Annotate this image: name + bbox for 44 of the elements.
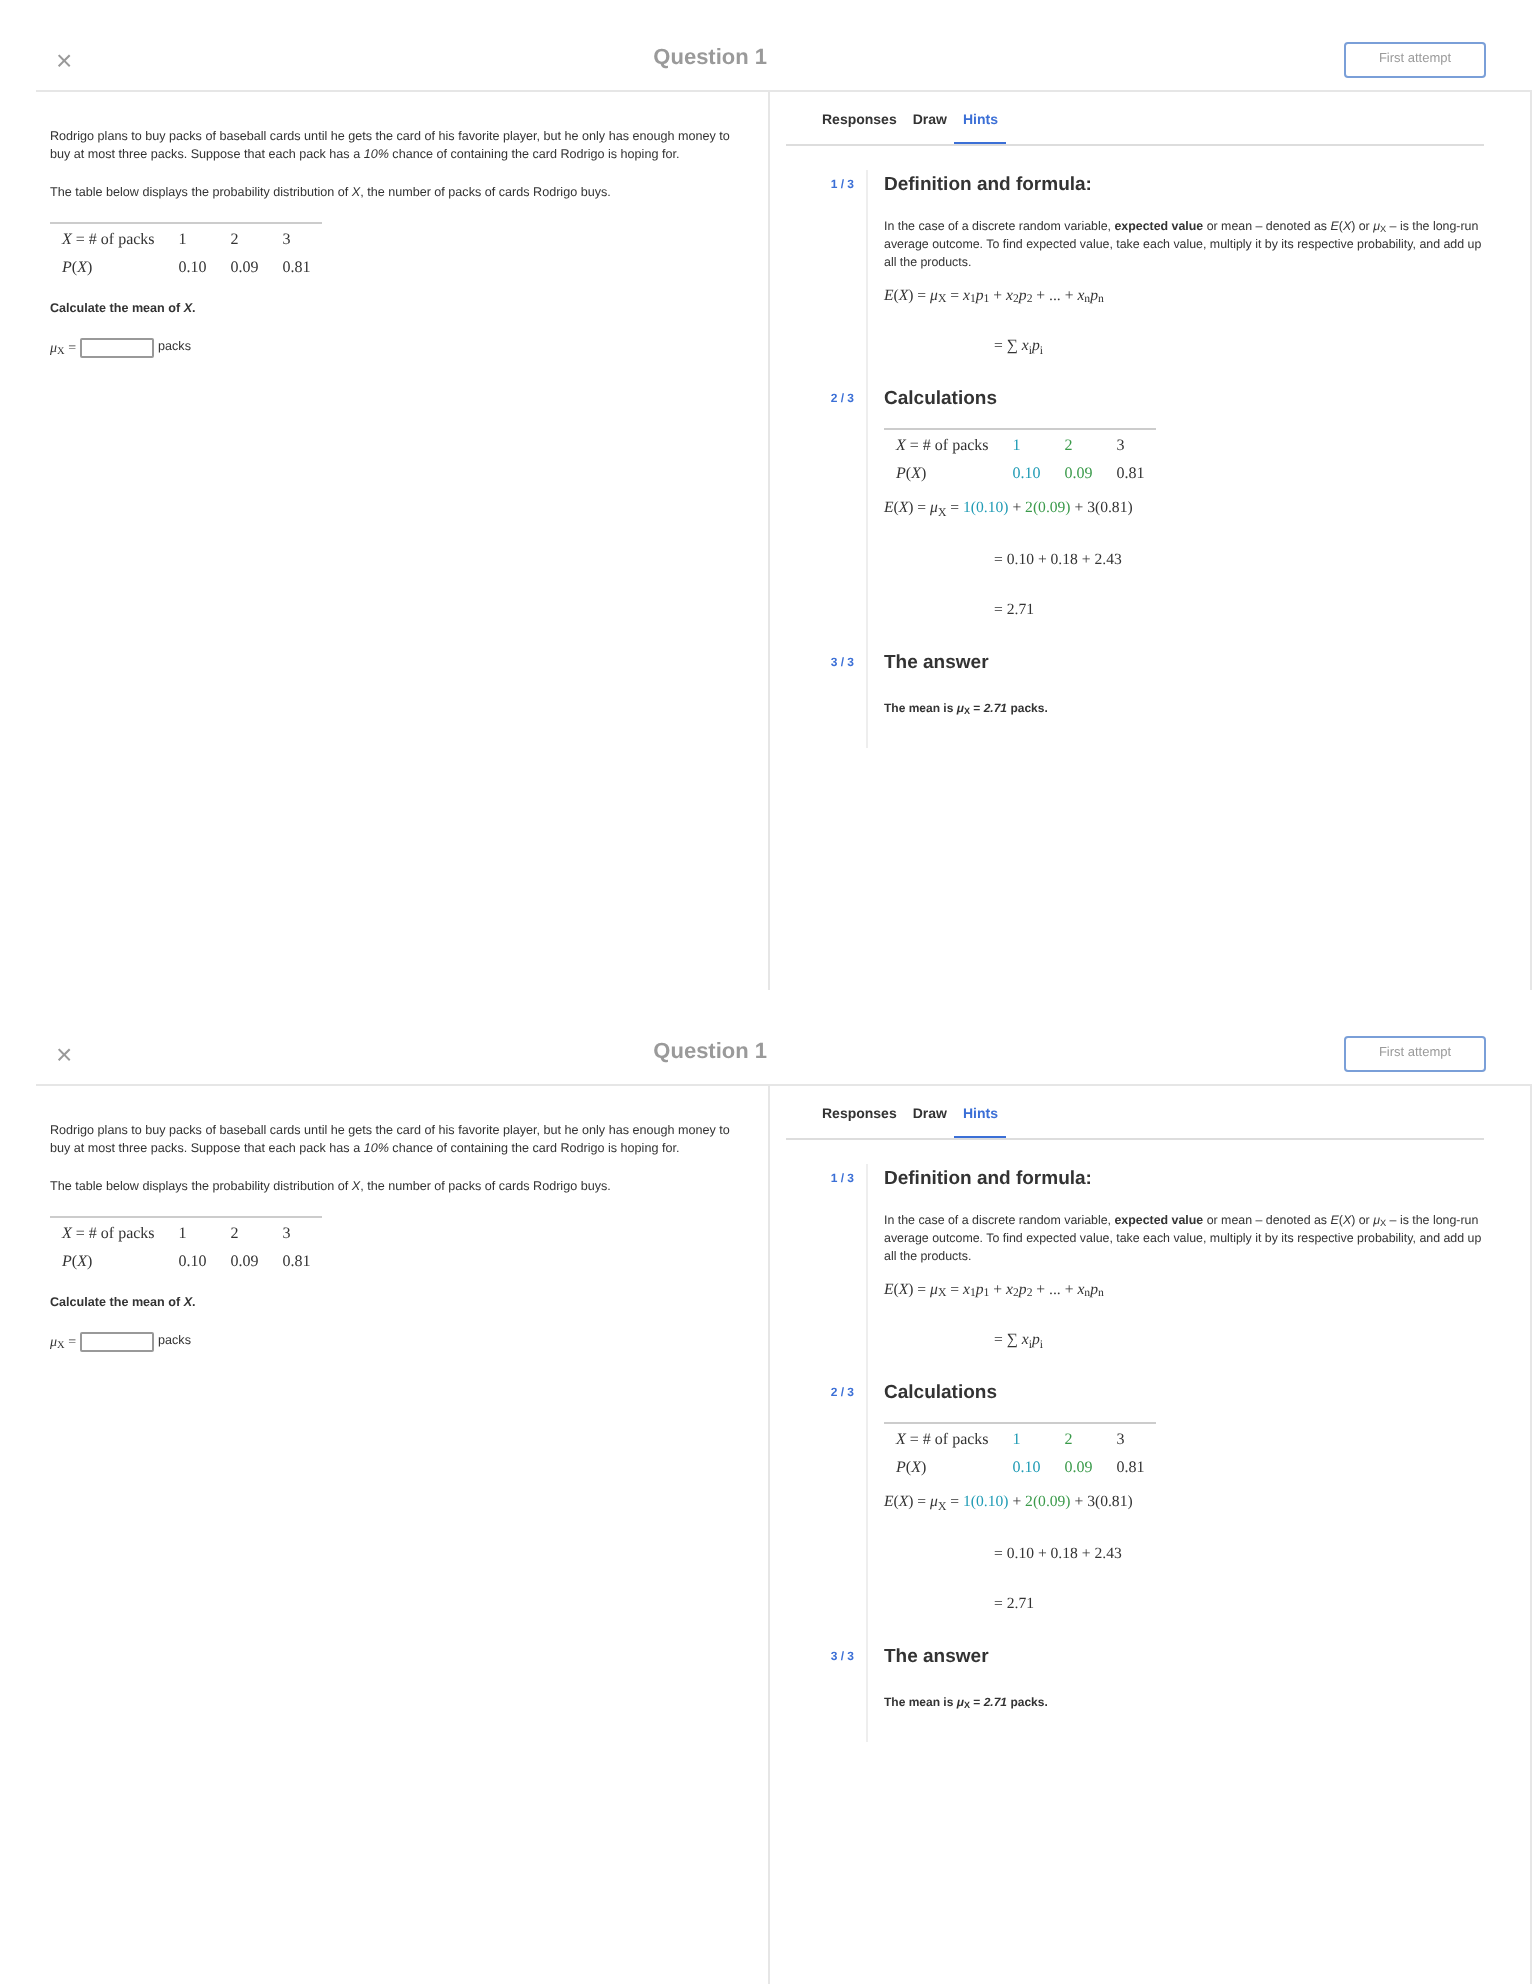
table-cell-text: 0.81 (280, 255, 313, 280)
table-cell: 2 (218, 223, 271, 252)
table-cell: 3 (1104, 429, 1157, 458)
table-cell-text: 0.10 (1010, 1455, 1043, 1479)
table-cell-text: P(X) (60, 1249, 95, 1274)
table-cell: 1 (166, 223, 219, 252)
hint-title: Definition and formula: (884, 1166, 1094, 1194)
table-cell-text: 0.09 (228, 255, 261, 280)
hint-title: Calculations (884, 386, 999, 415)
hint-title: The answer (884, 650, 991, 679)
question-title: Question 1 (651, 1038, 770, 1069)
table-cell: 1 (166, 1217, 219, 1246)
table-cell-text: 0.10 (176, 255, 209, 280)
close-button[interactable]: × (52, 1040, 77, 1068)
answer-field[interactable] (80, 1331, 155, 1352)
table-cell-text: P(X) (894, 461, 929, 485)
table-cell: X = # of packs (50, 1217, 167, 1246)
table-cell-text: 0.81 (1114, 1455, 1147, 1479)
table-cell-text: 0.09 (1062, 461, 1095, 485)
table-cell: 3 (1104, 1423, 1157, 1452)
table-cell: 2 (1052, 1423, 1105, 1452)
table-cell: 2 (218, 1217, 271, 1246)
table-cell-text: 0.09 (1062, 1455, 1095, 1479)
table-cell: 1 (1000, 1423, 1053, 1452)
question-title: Question 1 (651, 44, 770, 75)
close-button[interactable]: × (52, 46, 77, 74)
table-cell-text: P(X) (60, 255, 95, 280)
table-cell-text: 0.81 (280, 1249, 313, 1274)
table-cell: X = # of packs (884, 429, 1001, 458)
hint-title: The answer (884, 1644, 991, 1673)
table-cell-text: 0.81 (1114, 461, 1147, 485)
table-cell: 2 (1052, 429, 1105, 458)
table-cell-text: 0.10 (176, 1249, 209, 1274)
table-cell-text: P(X) (894, 1455, 929, 1479)
answer-field[interactable] (80, 337, 155, 358)
hint-title: Definition and formula: (884, 172, 1094, 200)
table-cell: 3 (270, 1217, 323, 1246)
table-cell: X = # of packs (884, 1423, 1001, 1452)
table-cell: 1 (1000, 429, 1053, 458)
table-cell-text: 0.09 (228, 1249, 261, 1274)
hint-title: Calculations (884, 1380, 999, 1409)
table-cell-text: 0.10 (1010, 461, 1043, 485)
table-cell: X = # of packs (50, 223, 167, 252)
table-cell: 3 (270, 223, 323, 252)
